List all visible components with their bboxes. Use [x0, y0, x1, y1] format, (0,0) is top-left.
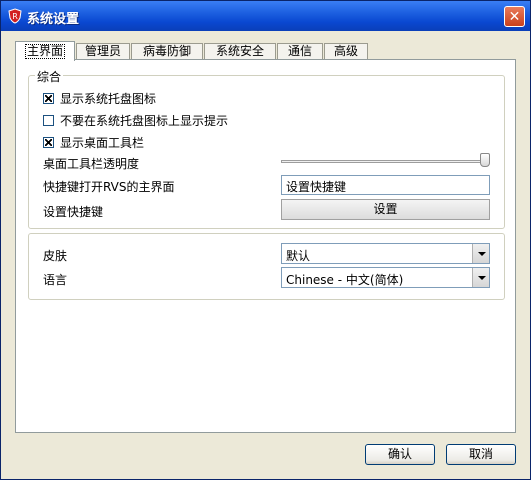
tab-virus-defense[interactable]: 病毒防御 [131, 43, 203, 59]
set-hotkey-label: 设置快捷键 [43, 205, 104, 219]
skin-select[interactable]: 默认 [281, 243, 490, 264]
general-group-title: 综合 [35, 68, 64, 85]
tab-admin[interactable]: 管理员 [76, 43, 130, 59]
appearance-group: 皮肤 默认 语言 Chinese - 中文(简体) [28, 233, 505, 300]
tab-advanced[interactable]: 高级 [324, 43, 368, 59]
show-desktop-toolbar-checkbox[interactable] [43, 137, 54, 148]
language-select-value: Chinese - 中文(简体) [286, 273, 404, 287]
tab-system-security[interactable]: 系统安全 [204, 43, 276, 59]
set-hotkey-button[interactable]: 设置 [281, 199, 490, 220]
chevron-down-icon[interactable] [472, 244, 489, 263]
language-label: 语言 [43, 273, 68, 287]
shield-app-icon: R [8, 8, 22, 24]
show-tray-icon-label[interactable]: 显示系统托盘图标 [60, 90, 156, 107]
close-button[interactable]: ✕ [504, 6, 525, 27]
settings-dialog: R 系统设置 ✕ 主界面 管理员 病毒防御 系统安全 通信 高级 综合 显示系统… [0, 0, 531, 480]
no-tray-tips-checkbox[interactable] [43, 115, 54, 126]
skin-label: 皮肤 [43, 249, 68, 263]
language-select[interactable]: Chinese - 中文(简体) [281, 267, 490, 288]
cancel-button[interactable]: 取消 [446, 444, 516, 465]
toolbar-opacity-label: 桌面工具栏透明度 [43, 157, 140, 171]
tab-main[interactable]: 主界面 [15, 41, 75, 61]
svg-text:R: R [12, 12, 18, 21]
tab-communication[interactable]: 通信 [277, 43, 323, 59]
show-tray-icon-checkbox[interactable] [43, 93, 54, 104]
no-tray-tips-label[interactable]: 不要在系统托盘图标上显示提示 [60, 112, 228, 129]
title-bar[interactable]: R 系统设置 ✕ [1, 1, 530, 31]
toolbar-opacity-slider[interactable] [281, 160, 490, 163]
show-desktop-toolbar-label[interactable]: 显示桌面工具栏 [60, 134, 144, 151]
skin-select-value: 默认 [286, 249, 311, 263]
ok-button[interactable]: 确认 [365, 444, 435, 465]
general-group: 综合 显示系统托盘图标 不要在系统托盘图标上显示提示 显示桌面工具栏 桌面工具栏… [28, 68, 505, 229]
hotkey-open-label: 快捷键打开RVS的主界面 [43, 180, 175, 194]
chevron-down-icon[interactable] [472, 268, 489, 287]
toolbar-opacity-slider-thumb[interactable] [480, 153, 490, 167]
window-title: 系统设置 [27, 12, 80, 27]
tab-panel-main: 综合 显示系统托盘图标 不要在系统托盘图标上显示提示 显示桌面工具栏 桌面工具栏… [15, 59, 516, 433]
hotkey-input[interactable]: 设置快捷键 [281, 175, 490, 195]
